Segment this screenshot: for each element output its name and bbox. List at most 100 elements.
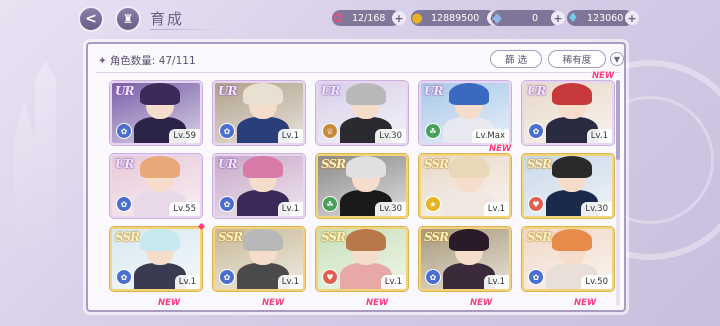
character-hair <box>346 156 386 178</box>
character-card[interactable]: UR ☘ Lv.Max <box>419 81 511 145</box>
new-badge: NEW <box>592 71 615 81</box>
character-hair <box>449 229 489 251</box>
candy-icon: ✿ <box>332 10 344 26</box>
character-card[interactable]: SSR ☘ Lv.30 <box>316 154 408 218</box>
leaf-icon: ☘ <box>425 123 441 139</box>
character-card[interactable]: SSR ★ Lv.1 <box>419 154 511 218</box>
background-castle <box>14 60 56 260</box>
add-stamina-button[interactable]: + <box>392 11 406 25</box>
character-card[interactable]: SSR ♥ Lv.30 <box>522 154 614 218</box>
rarity-label: UR <box>321 84 340 98</box>
level-label: Lv.1 <box>277 275 303 289</box>
new-badge: NEW <box>262 298 285 308</box>
rarity-label: SSR <box>424 157 449 171</box>
level-label: Lv.Max <box>471 129 509 143</box>
gem-value: 0 <box>531 12 539 24</box>
scrollbar[interactable] <box>616 80 620 306</box>
add-premium-gem-button[interactable]: + <box>625 11 639 25</box>
stamina-value: 12/168 <box>352 12 386 24</box>
rose-icon: ✿ <box>425 269 441 285</box>
level-label: Lv.59 <box>169 129 200 143</box>
character-card[interactable]: SSR ✿ Lv.1 <box>419 227 511 291</box>
character-card[interactable]: UR ✿ Lv.1 <box>213 154 305 218</box>
level-label: Lv.1 <box>483 275 509 289</box>
level-label: Lv.30 <box>581 202 612 216</box>
sparkle-icon: ✦ <box>98 55 107 67</box>
level-label: Lv.1 <box>483 202 509 216</box>
leaf-icon: ☘ <box>322 196 338 212</box>
title-underline <box>150 29 220 30</box>
rarity-label: SSR <box>218 230 243 244</box>
rose-icon: ✿ <box>116 269 132 285</box>
crown-icon: ♕ <box>322 123 338 139</box>
level-label: Lv.1 <box>277 129 303 143</box>
rarity-label: UR <box>527 84 546 98</box>
stamina-counter: ✿ 12/168 + <box>332 10 406 26</box>
gem-counter: ◆ 0 + <box>491 10 565 26</box>
rarity-label: UR <box>218 157 237 171</box>
rarity-label: SSR <box>115 230 140 244</box>
back-arrow-icon: < <box>85 11 97 27</box>
character-hair <box>346 229 386 251</box>
rarity-label: SSR <box>527 157 552 171</box>
top-bar: < ♜ 育成 ✿ 12/168 + ● 12889500 + ◆ 0 + ♦ 1… <box>0 0 720 36</box>
rarity-label: SSR <box>527 230 552 244</box>
character-card[interactable]: SSR ♥ Lv.1 <box>316 227 408 291</box>
character-card[interactable]: SSR ✿ Lv.1 <box>110 227 202 291</box>
rose-icon: ✿ <box>219 123 235 139</box>
character-card[interactable]: UR ✿ Lv.1 <box>522 81 614 145</box>
character-card[interactable]: SSR ✿ Lv.1 <box>213 227 305 291</box>
diamond-icon: ◆ <box>492 10 502 26</box>
character-hair <box>243 83 283 105</box>
rarity-label: UR <box>218 84 237 98</box>
level-label: Lv.1 <box>174 275 200 289</box>
rose-icon: ✿ <box>219 196 235 212</box>
level-label: Lv.1 <box>277 202 303 216</box>
filter-button[interactable]: 篩 选 <box>490 50 542 68</box>
new-badge: NEW <box>574 298 597 308</box>
character-card[interactable]: SSR ✿ Lv.50 <box>522 227 614 291</box>
rose-icon: ✿ <box>116 196 132 212</box>
rarity-label: SSR <box>321 230 346 244</box>
rarity-label: UR <box>115 84 134 98</box>
character-hair <box>346 83 386 105</box>
character-hair <box>552 229 592 251</box>
character-count: ✦ 角色数量: 47/111 <box>98 53 196 68</box>
character-card[interactable]: UR ✿ Lv.59 <box>110 81 202 145</box>
rarity-sort-button[interactable]: 稀有度 <box>548 50 606 68</box>
premium-gem-counter: ♦ 123060 + <box>567 10 639 26</box>
scroll-thumb[interactable] <box>616 80 620 160</box>
coin-icon: ● <box>411 10 423 26</box>
premium-gem-value: 123060 <box>587 12 624 24</box>
star-icon: ★ <box>425 196 441 212</box>
character-hair <box>449 83 489 105</box>
heart-icon: ♥ <box>528 196 544 212</box>
rarity-label: SSR <box>321 157 346 171</box>
heart-icon: ♥ <box>322 269 338 285</box>
chevron-down-icon: ▼ <box>613 54 621 64</box>
character-card[interactable]: UR ✿ Lv.1 <box>213 81 305 145</box>
character-card[interactable]: UR ✿ Lv.55 <box>110 154 202 218</box>
level-label: Lv.50 <box>581 275 612 289</box>
rose-icon: ✿ <box>219 269 235 285</box>
character-hair <box>140 229 180 251</box>
character-hair <box>243 229 283 251</box>
rarity-label: UR <box>424 84 443 98</box>
back-button[interactable]: < <box>78 6 104 32</box>
home-button[interactable]: ♜ <box>115 6 141 32</box>
character-hair <box>243 156 283 178</box>
level-label: Lv.30 <box>375 202 406 216</box>
new-badge: NEW <box>158 298 181 308</box>
character-hair <box>552 83 592 105</box>
crystal-icon: ♦ <box>567 10 579 26</box>
gold-value: 12889500 <box>431 12 480 24</box>
rose-icon: ✿ <box>528 269 544 285</box>
level-label: Lv.1 <box>380 275 406 289</box>
new-badge: NEW <box>470 298 493 308</box>
character-hair <box>140 156 180 178</box>
level-label: Lv.30 <box>375 129 406 143</box>
sort-order-toggle[interactable]: ▼ <box>610 52 624 66</box>
character-hair <box>449 156 489 178</box>
character-card[interactable]: UR ♕ Lv.30 <box>316 81 408 145</box>
rarity-label: UR <box>115 157 134 171</box>
